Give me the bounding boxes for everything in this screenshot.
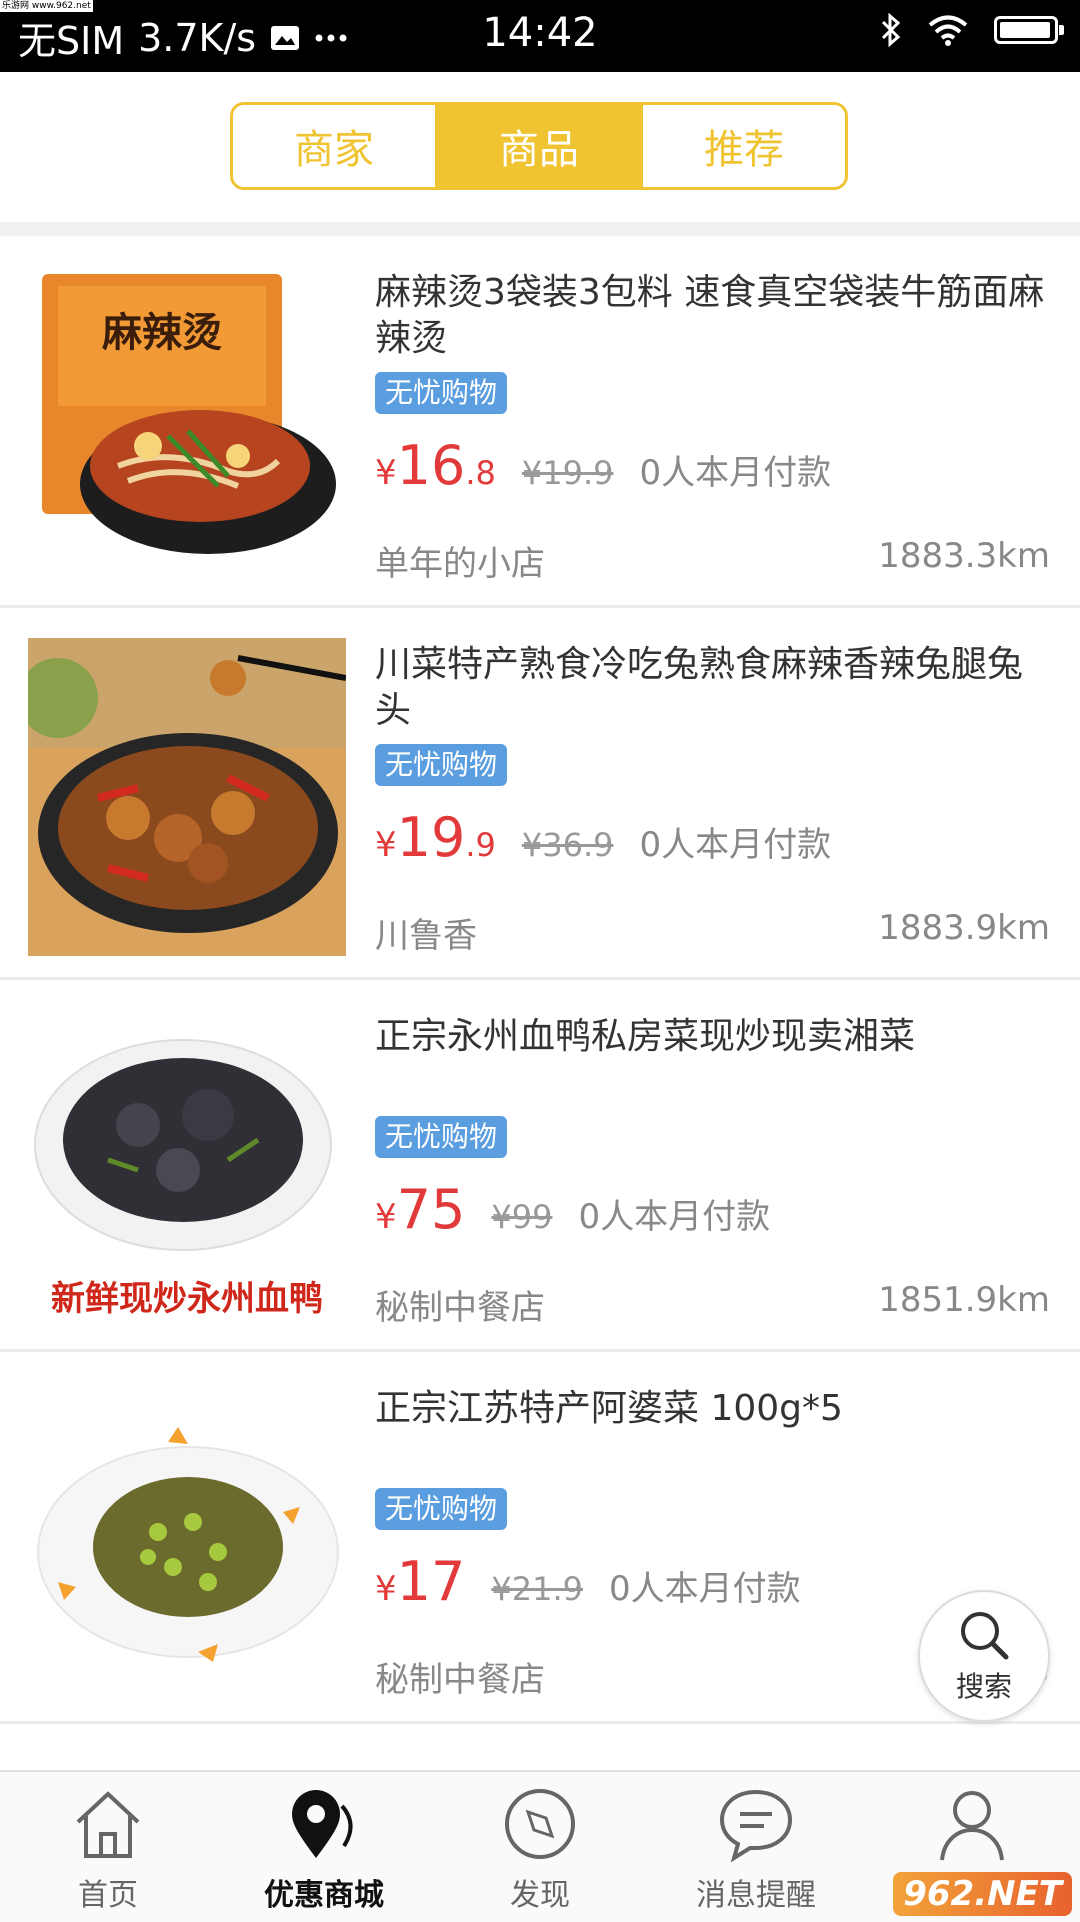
shop-row: 川鲁香 1883.9km <box>375 908 1050 957</box>
worry-free-badge: 无忧购物 <box>375 744 508 786</box>
nav-label: 首页 <box>78 1878 138 1913</box>
monthly-sales: 0人本月付款 <box>578 1197 771 1237</box>
shop-name[interactable]: 秘制中餐店 <box>375 1280 545 1329</box>
product-info: 正宗永州血鸭私房菜现炒现卖湘菜 无忧购物 ¥75 ¥99 0人本月付款 秘制中餐… <box>375 1014 1050 1328</box>
search-icon <box>961 1612 1009 1660</box>
worry-free-badge: 无忧购物 <box>375 1488 508 1530</box>
current-price: ¥17 <box>375 1550 466 1613</box>
nav-item-mall[interactable]: 优惠商城 <box>216 1772 432 1922</box>
shop-name[interactable]: 秘制中餐店 <box>375 1652 545 1701</box>
shop-name[interactable]: 川鲁香 <box>375 908 477 957</box>
shop-row: 秘制中餐店 1851.9km <box>375 1280 1050 1329</box>
tab-merchants[interactable]: 商家 <box>233 105 435 187</box>
current-price: ¥19.9 <box>375 806 496 869</box>
home-icon <box>76 1791 140 1858</box>
product-title[interactable]: 麻辣烫3袋装3包料 速食真空袋装牛筋面麻辣烫 <box>375 270 1050 362</box>
bluetooth-icon <box>881 12 901 48</box>
product-image-caption: 麻辣烫 <box>102 310 222 356</box>
shop-name[interactable]: 单年的小店 <box>375 536 545 585</box>
product-info: 正宗江苏特产阿婆菜 100g*5 无忧购物 ¥17 ¥21.9 0人本月付款 秘… <box>375 1386 1050 1700</box>
current-price: ¥16.8 <box>375 434 496 497</box>
original-price: ¥21.9 <box>491 1570 583 1608</box>
battery-icon <box>994 16 1064 44</box>
original-price: ¥19.9 <box>521 454 614 492</box>
product-title[interactable]: 正宗永州血鸭私房菜现炒现卖湘菜 <box>375 1014 1050 1106</box>
product-item[interactable]: 新鲜现炒永州血鸭 正宗永州血鸭私房菜现炒现卖湘菜 无忧购物 ¥75 ¥99 0人… <box>0 980 1080 1352</box>
message-icon <box>719 1789 793 1863</box>
nav-item-home[interactable]: 首页 <box>0 1772 216 1922</box>
product-title[interactable]: 川菜特产熟食冷吃兔熟食麻辣香辣兔腿兔头 <box>375 642 1050 734</box>
search-label: 搜索 <box>955 1670 1012 1703</box>
compass-icon <box>505 1789 575 1859</box>
profile-icon <box>940 1791 1004 1861</box>
monthly-sales: 0人本月付款 <box>608 1569 801 1609</box>
product-item[interactable]: 正宗江苏特产阿婆菜 100g*5 无忧购物 ¥17 ¥21.9 0人本月付款 秘… <box>0 1352 1080 1724</box>
distance: 1883.9km <box>878 908 1050 948</box>
original-price: ¥36.9 <box>521 826 614 864</box>
product-item[interactable]: 麻辣烫 麻辣烫3袋装3包料 速食真空袋装牛筋面麻辣烫 无忧购物 ¥16.8 ¥1… <box>0 236 1080 608</box>
product-list: 麻辣烫 麻辣烫3袋装3包料 速食真空袋装牛筋面麻辣烫 无忧购物 ¥16.8 ¥1… <box>0 236 1080 1724</box>
tab-recommend[interactable]: 推荐 <box>640 105 845 187</box>
segment-bar: 商家 商品 推荐 <box>0 72 1080 222</box>
product-image: 麻辣烫 <box>28 266 346 584</box>
product-image <box>28 1382 346 1700</box>
nav-label: 消息提醒 <box>696 1878 816 1913</box>
product-image-caption: 新鲜现炒永州血鸭 <box>51 1279 323 1319</box>
price-row: ¥75 ¥99 0人本月付款 <box>375 1178 1050 1241</box>
product-title[interactable]: 正宗江苏特产阿婆菜 100g*5 <box>375 1386 1050 1478</box>
worry-free-badge: 无忧购物 <box>375 372 508 414</box>
original-price: ¥99 <box>491 1198 553 1236</box>
nav-label: 优惠商城 <box>264 1878 384 1913</box>
bottom-nav: 首页 优惠商城 发现 消息提醒 962.NET <box>0 1770 1080 1922</box>
nav-label: 发现 <box>510 1878 570 1913</box>
distance: 1851.9km <box>878 1280 1050 1320</box>
site-watermark: 962.NET <box>893 1872 1072 1916</box>
product-info: 麻辣烫3袋装3包料 速食真空袋装牛筋面麻辣烫 无忧购物 ¥16.8 ¥19.9 … <box>375 270 1050 584</box>
location-pin-icon <box>292 1790 353 1858</box>
status-bar: 乐游网 www.962.net 无SIM 3.7K/s 14:42 <box>0 0 1080 72</box>
price-row: ¥16.8 ¥19.9 0人本月付款 <box>375 434 1050 497</box>
wifi-icon <box>928 15 968 46</box>
status-right <box>880 12 1064 48</box>
worry-free-badge: 无忧购物 <box>375 1116 508 1158</box>
monthly-sales: 0人本月付款 <box>639 453 832 493</box>
product-info: 川菜特产熟食冷吃兔熟食麻辣香辣兔腿兔头 无忧购物 ¥19.9 ¥36.9 0人本… <box>375 642 1050 956</box>
monthly-sales: 0人本月付款 <box>639 825 832 865</box>
shop-row: 单年的小店 1883.3km <box>375 536 1050 585</box>
product-item[interactable]: 川菜特产熟食冷吃兔熟食麻辣香辣兔腿兔头 无忧购物 ¥19.9 ¥36.9 0人本… <box>0 608 1080 980</box>
tab-products[interactable]: 商品 <box>435 105 640 187</box>
product-image <box>28 638 346 956</box>
floating-search-button[interactable]: 搜索 <box>918 1590 1050 1722</box>
nav-item-discover[interactable]: 发现 <box>432 1772 648 1922</box>
product-image: 新鲜现炒永州血鸭 <box>28 1010 346 1328</box>
distance: 1883.3km <box>878 536 1050 576</box>
price-row: ¥19.9 ¥36.9 0人本月付款 <box>375 806 1050 869</box>
current-price: ¥75 <box>375 1178 466 1241</box>
nav-item-messages[interactable]: 消息提醒 <box>648 1772 864 1922</box>
section-divider <box>0 222 1080 236</box>
segmented-control: 商家 商品 推荐 <box>230 102 848 190</box>
